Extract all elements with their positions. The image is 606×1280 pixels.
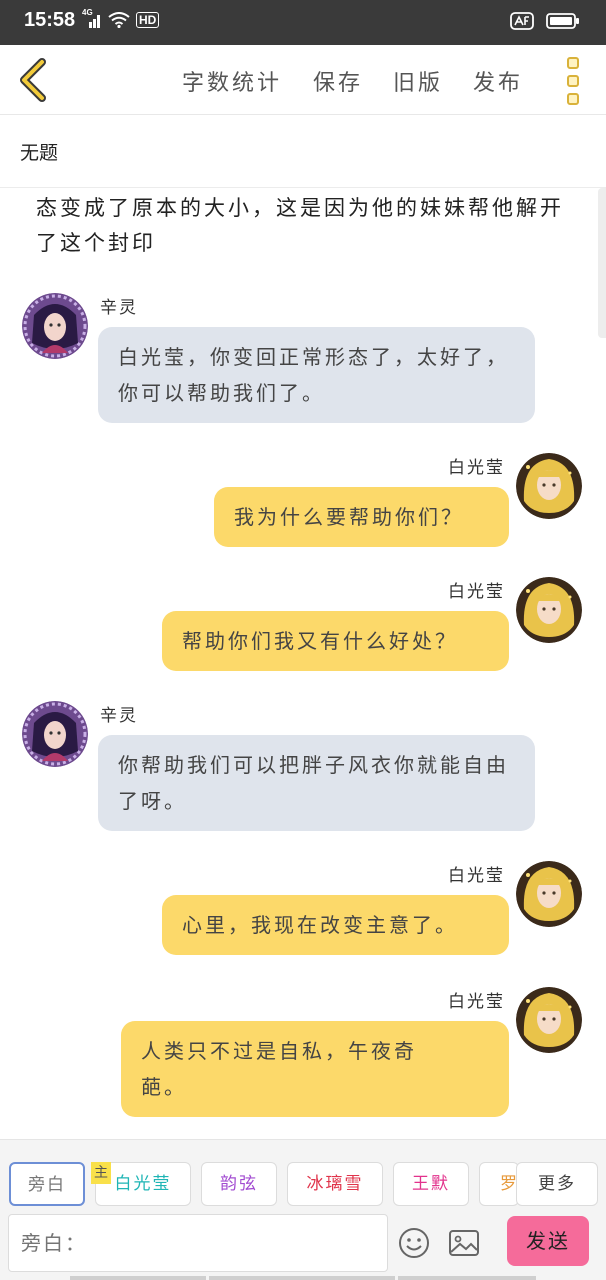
status-bar: 15:58 4G HD	[0, 0, 606, 45]
menu-dot-icon	[567, 57, 579, 69]
more-characters-button[interactable]: 更多	[516, 1162, 598, 1206]
story-title-row[interactable]: 无题	[0, 116, 606, 188]
main-character-badge: 主	[91, 1162, 111, 1184]
chat-message[interactable]: 辛灵 你帮助我们可以把胖子风衣你就能自由了呀。	[0, 699, 606, 839]
menu-dot-icon	[567, 93, 579, 105]
message-input-box[interactable]	[8, 1214, 388, 1272]
sender-name: 白光莹	[448, 866, 505, 886]
character-tab-narrator[interactable]: 旁白	[9, 1162, 85, 1206]
message-bubble[interactable]: 心里，我现在改变主意了。	[162, 895, 509, 955]
message-bubble[interactable]: 我为什么要帮助你们？	[214, 487, 509, 547]
signal-icon: 4G	[82, 8, 102, 28]
wifi-icon	[108, 12, 130, 29]
scroll-indicator[interactable]	[598, 188, 606, 338]
nav-bar-segment	[209, 1276, 395, 1280]
back-button[interactable]	[14, 57, 54, 103]
status-icons-right	[510, 12, 580, 30]
story-title: 无题	[20, 142, 59, 164]
old-version-button[interactable]: 旧版	[393, 65, 443, 97]
hd-icon: HD	[136, 12, 160, 28]
character-tab-bing-li-xue[interactable]: 冰璃雪	[287, 1162, 383, 1206]
word-count-button[interactable]: 字数统计	[182, 65, 282, 97]
avatar[interactable]	[516, 861, 582, 927]
more-menu-button[interactable]	[562, 57, 584, 105]
message-bubble[interactable]: 你帮助我们可以把胖子风衣你就能自由了呀。	[98, 735, 535, 831]
battery-icon	[546, 12, 580, 30]
message-bubble[interactable]: 帮助你们我又有什么好处？	[162, 611, 509, 671]
emoji-button[interactable]	[398, 1227, 430, 1259]
sender-name: 白光莹	[448, 582, 505, 602]
top-toolbar: 字数统计 保存 旧版 发布	[0, 45, 606, 115]
sender-name: 白光莹	[448, 458, 505, 478]
sender-name: 白光莹	[448, 992, 505, 1012]
message-bubble[interactable]: 白光莹，你变回正常形态了，太好了，你可以帮助我们了。	[98, 327, 535, 423]
smiley-icon	[399, 1228, 429, 1258]
character-tab-yun-xian[interactable]: 韵弦	[201, 1162, 277, 1206]
nav-bar-segment	[70, 1276, 206, 1280]
bottom-input-panel: 旁白 白光莹 主 韵弦 冰璃雪 王默 罗 更多 发送	[0, 1139, 606, 1280]
chat-area[interactable]: 态变成了原本的大小，这是因为他的妹妹帮他解开了这个封印 辛灵 白光莹，你变回正常…	[0, 189, 606, 1139]
avatar[interactable]	[516, 577, 582, 643]
character-tab-wang-mo[interactable]: 王默	[393, 1162, 469, 1206]
status-time: 15:58	[24, 9, 76, 31]
chat-message[interactable]: 白光莹 帮助你们我又有什么好处？	[0, 575, 606, 685]
image-button[interactable]	[448, 1228, 480, 1258]
chat-message[interactable]: 白光莹 心里，我现在改变主意了。	[0, 859, 606, 969]
publish-button[interactable]: 发布	[473, 65, 523, 97]
send-button[interactable]: 发送	[507, 1216, 589, 1266]
image-icon	[449, 1230, 479, 1256]
message-input[interactable]	[9, 1215, 387, 1271]
avatar[interactable]	[22, 293, 88, 359]
app-badge-icon	[510, 12, 534, 30]
nav-bar-segment	[398, 1276, 536, 1280]
status-icons: 4G HD	[82, 8, 160, 29]
chat-message[interactable]: 白光莹 人类只不过是自私，午夜奇葩。	[0, 985, 606, 1135]
avatar[interactable]	[516, 987, 582, 1053]
sender-name: 辛灵	[100, 706, 138, 726]
character-tab-luo[interactable]: 罗	[479, 1162, 519, 1206]
avatar[interactable]	[516, 453, 582, 519]
menu-dot-icon	[567, 75, 579, 87]
narration-text: 态变成了原本的大小，这是因为他的妹妹帮他解开了这个封印	[36, 196, 564, 255]
chat-message[interactable]: 白光莹 我为什么要帮助你们？	[0, 451, 606, 561]
avatar[interactable]	[22, 701, 88, 767]
save-button[interactable]: 保存	[313, 65, 363, 97]
message-bubble[interactable]: 人类只不过是自私，午夜奇葩。	[121, 1021, 509, 1117]
sender-name: 辛灵	[100, 298, 138, 318]
chevron-left-icon	[20, 58, 46, 102]
chat-message[interactable]: 辛灵 白光莹，你变回正常形态了，太好了，你可以帮助我们了。	[0, 289, 606, 429]
